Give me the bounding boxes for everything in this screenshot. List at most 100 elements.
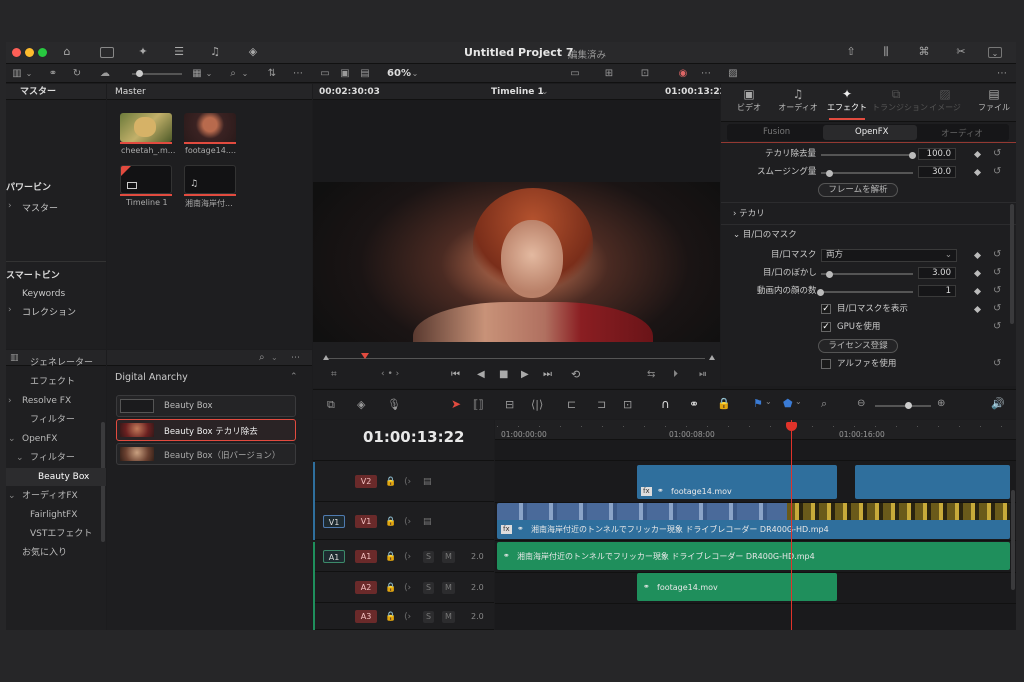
metadata-icon[interactable]: ◈ <box>246 46 260 58</box>
auto-select-icon[interactable]: ⟨› <box>404 551 411 563</box>
shine-removal-value[interactable]: 100.0 <box>918 148 956 160</box>
link-icon[interactable]: ⚭ <box>46 67 60 80</box>
more-options-icon[interactable]: ⋯ <box>994 67 1010 80</box>
edit-index-icon[interactable]: ☰ <box>172 46 186 58</box>
scrubber-playhead[interactable] <box>361 353 369 359</box>
smoothing-slider[interactable] <box>821 169 913 177</box>
zoom-out-icon[interactable]: ⊖ <box>857 398 865 409</box>
solo-button[interactable]: S <box>423 611 435 623</box>
media-pool-toggle-icon[interactable] <box>100 47 114 58</box>
a2-clip[interactable]: ⚭ footage14.mov <box>637 573 837 601</box>
replace-clip-icon[interactable]: ⊡ <box>623 398 632 411</box>
power-bin-arrow[interactable]: › <box>8 201 12 211</box>
reset-icon[interactable]: ↺ <box>993 166 1001 178</box>
track-label-v1[interactable]: V1 <box>355 515 377 528</box>
mask-dropdown[interactable]: 両方 ⌄ <box>821 249 957 262</box>
dropdown-icon[interactable]: ⌄ <box>988 47 1002 58</box>
smart-bin-arrow[interactable]: › <box>8 305 12 315</box>
search-icon[interactable]: ⌕ <box>226 67 240 80</box>
go-to-start-icon[interactable]: ⏮ <box>451 369 460 380</box>
effects-tree-item[interactable]: FairlightFX <box>6 506 106 524</box>
source-viewer-icon[interactable]: ▣ <box>338 67 352 80</box>
metadata-icon[interactable]: ◈ <box>357 398 365 411</box>
stop-icon[interactable]: ■ <box>499 369 508 380</box>
effect-item-beauty-box-shine[interactable]: Beauty Box テカリ除去 <box>116 419 296 441</box>
keyframe-diamond[interactable] <box>973 150 982 159</box>
keyframe-diamond[interactable] <box>973 305 982 314</box>
use-gpu-checkbox[interactable]: ✓ <box>821 322 831 332</box>
inspector-tab-5[interactable]: ▤ ファイル <box>970 86 1016 120</box>
subtab-audio[interactable]: オーディオ <box>941 127 983 139</box>
v1-clip[interactable]: fx ⚭ 湘南海岸付近のトンネルでフリッカー現象 ドライブレコーダー DR400… <box>497 503 1010 539</box>
lock-icon[interactable]: 🔒 <box>385 582 396 594</box>
more-options-icon[interactable]: ⋯ <box>290 67 306 80</box>
effects-tree-item[interactable]: Beauty Box <box>6 468 106 486</box>
a1-clip[interactable]: ⚭ 湘南海岸付近のトンネルでフリッカー現象 ドライブレコーダー DR400G-H… <box>497 542 1010 570</box>
inspector-tab-1[interactable]: ♫ オーディオ <box>774 86 822 120</box>
reverse-icon[interactable]: ◀ <box>477 369 485 380</box>
insert-clip-icon[interactable]: ⊏ <box>567 398 576 411</box>
tag-icon[interactable]: ⌘ <box>917 46 931 58</box>
search-icon[interactable]: ⌕ <box>259 350 265 366</box>
auto-select-icon[interactable]: ⟨› <box>404 476 411 488</box>
clip-thumbnail-cheetah[interactable] <box>120 113 172 142</box>
selection-tool-icon[interactable]: ➤ <box>451 397 461 411</box>
scissors-icon[interactable]: ✂ <box>954 46 968 58</box>
sound-library-icon[interactable]: ♫ <box>208 46 222 58</box>
v2-clip[interactable]: fx ⚭ footage14.mov <box>637 465 837 499</box>
chevron-down-icon[interactable]: ⌄ <box>8 430 16 448</box>
section-shine[interactable]: › テカリ <box>733 206 765 223</box>
reset-icon[interactable]: ↺ <box>993 249 1001 261</box>
track-label-a3[interactable]: A3 <box>355 610 377 623</box>
track-label-a2[interactable]: A2 <box>355 581 377 594</box>
chevron-down-icon[interactable]: ⌄ <box>240 67 250 80</box>
crop-icon[interactable]: ⊡ <box>638 67 652 80</box>
chevron-down-icon[interactable]: ⌄ <box>16 449 24 467</box>
edit-mode-icon[interactable]: ⧉ <box>327 398 335 412</box>
reset-icon[interactable]: ↺ <box>993 358 1001 370</box>
close-window-button[interactable] <box>12 48 21 57</box>
subtab-openfx[interactable]: OpenFX <box>823 125 917 140</box>
scrollbar[interactable] <box>1010 204 1014 324</box>
thumbnail-size-slider[interactable] <box>132 70 182 77</box>
mute-button[interactable]: M <box>442 611 455 623</box>
lock-icon[interactable]: 🔒 <box>717 397 731 410</box>
blade-tool-icon[interactable]: ⟨|⟩ <box>531 398 543 411</box>
effect-item-beauty-box[interactable]: Beauty Box <box>116 395 296 417</box>
layout-icon[interactable]: ▥ <box>10 67 24 80</box>
export-icon[interactable]: ⇧ <box>844 46 858 58</box>
effects-tree-item[interactable]: VSTエフェクト <box>6 525 106 543</box>
effects-toggle-icon[interactable]: ✦ <box>136 46 150 58</box>
keyframe-diamond[interactable] <box>973 287 982 296</box>
effects-tree-item[interactable]: ⌄ フィルター <box>6 449 106 467</box>
match-frame-icon[interactable]: ⇆ <box>647 369 655 380</box>
clip-thumbnail-footage[interactable] <box>184 113 236 142</box>
flag-icon[interactable]: ⚑ <box>753 397 763 410</box>
use-alpha-checkbox[interactable] <box>821 359 831 369</box>
faces-value[interactable]: 1 <box>918 285 956 297</box>
out-marker[interactable] <box>709 355 715 360</box>
effects-tree-item[interactable]: ⌄ オーディオFX <box>6 487 106 505</box>
timeline-viewer-icon[interactable]: ▤ <box>358 67 372 80</box>
dynamic-trim-icon[interactable]: ⊟ <box>505 398 514 411</box>
keyframe-diamond[interactable] <box>973 269 982 278</box>
sync-icon[interactable]: ↻ <box>70 67 84 80</box>
viewer-mode-icon[interactable]: ▭ <box>318 67 332 80</box>
mixer-icon[interactable]: ⫼ <box>879 46 893 58</box>
smart-bin-item[interactable]: Keywords <box>22 289 65 299</box>
solo-button[interactable]: S <box>423 582 435 594</box>
smoothing-value[interactable]: 30.0 <box>918 166 956 178</box>
grid-view-icon[interactable]: ▦ <box>190 67 204 80</box>
mute-button[interactable]: M <box>442 551 455 563</box>
source-patch-v1[interactable]: V1 <box>323 515 345 528</box>
inspector-tab-2[interactable]: ✦ エフェクト <box>823 86 871 120</box>
inspector-icon[interactable]: ▨ <box>726 67 740 80</box>
in-marker[interactable] <box>323 355 329 360</box>
play-icon[interactable]: ▶ <box>521 369 529 380</box>
chevron-down-icon[interactable]: ⌄ <box>8 487 16 505</box>
more-options-icon[interactable]: ⋯ <box>291 350 300 366</box>
chevron-down-icon[interactable]: ⌄ <box>795 397 802 406</box>
keyframe-diamond[interactable] <box>973 251 982 260</box>
reset-icon[interactable]: ↺ <box>993 303 1001 315</box>
cloud-icon[interactable]: ☁ <box>98 67 112 80</box>
